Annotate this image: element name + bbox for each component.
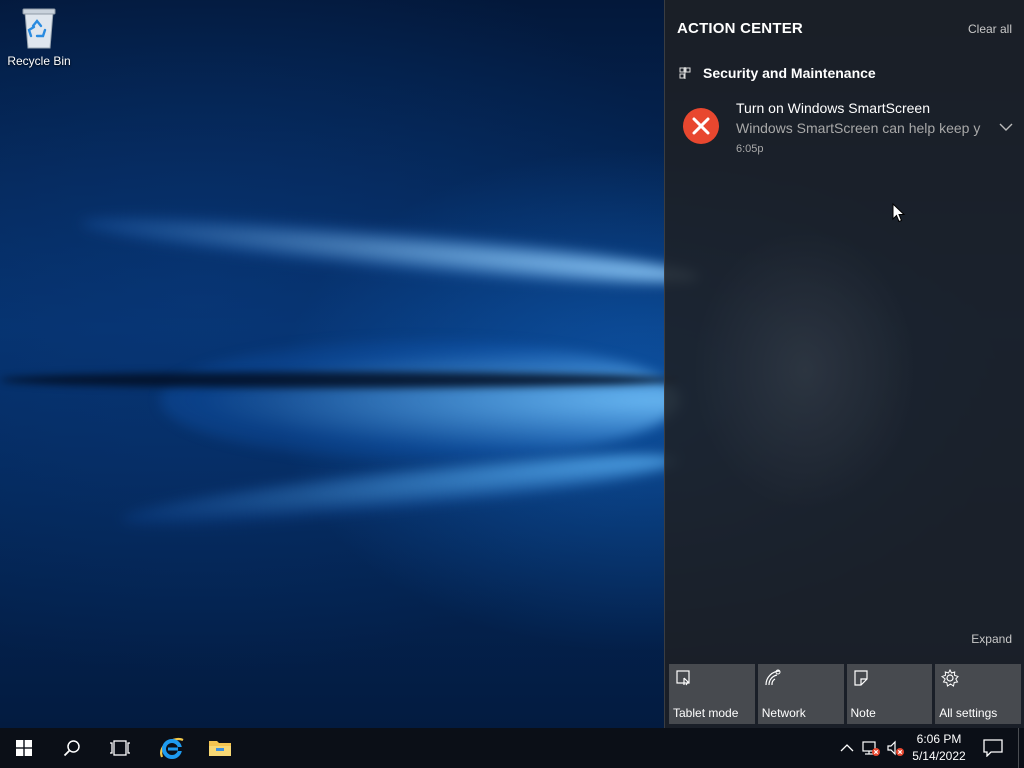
action-center-title: ACTION CENTER xyxy=(677,20,803,37)
desktop-icon-recycle-bin[interactable]: Recycle Bin xyxy=(4,6,74,68)
quick-action-label: Tablet mode xyxy=(673,706,739,720)
clock-time: 6:06 PM xyxy=(916,732,962,746)
quick-action-label: Network xyxy=(761,706,806,720)
expand-button[interactable]: Expand xyxy=(971,632,1012,646)
quick-action-all-settings[interactable]: All settings xyxy=(935,664,1021,724)
clear-all-button[interactable]: Clear all xyxy=(968,22,1012,36)
action-center-button[interactable] xyxy=(978,728,1008,768)
task-view-button[interactable] xyxy=(96,728,144,768)
wallpaper-beam xyxy=(160,340,680,460)
notification-body: Windows SmartScreen can help keep y xyxy=(736,120,981,136)
tablet-mode-icon xyxy=(676,670,690,686)
search-button[interactable] xyxy=(48,728,96,768)
notification-time: 6:05p xyxy=(736,143,764,155)
quick-actions: Tablet mode Network Note All settings xyxy=(669,664,1021,724)
start-button[interactable] xyxy=(0,728,48,768)
wallpaper-beam xyxy=(79,203,701,297)
notification-smartscreen[interactable]: Turn on Windows SmartScreen Windows Smar… xyxy=(665,96,1024,164)
gear-icon xyxy=(941,669,960,687)
task-view-icon xyxy=(110,740,130,756)
search-icon xyxy=(63,740,80,757)
taskbar-clock[interactable]: 6:06 PM 5/14/2022 xyxy=(904,731,974,765)
file-explorer-icon xyxy=(209,741,231,756)
quick-action-label: All settings xyxy=(939,706,998,720)
note-icon xyxy=(853,670,868,686)
quick-action-label: Note xyxy=(850,706,876,720)
recycle-bin-icon xyxy=(22,8,56,49)
notification-group-name: Security and Maintenance xyxy=(703,65,876,81)
show-desktop-button[interactable] xyxy=(1018,728,1024,768)
taskbar: 6:06 PM 5/14/2022 xyxy=(0,728,1024,768)
wallpaper-beam xyxy=(0,372,680,388)
chevron-up-icon[interactable] xyxy=(838,739,856,757)
error-icon xyxy=(683,108,719,144)
internet-explorer-icon xyxy=(160,737,184,759)
file-explorer-button[interactable] xyxy=(196,728,244,768)
quick-action-note[interactable]: Note xyxy=(846,664,933,724)
mouse-cursor-icon xyxy=(892,203,906,223)
notification-group-header[interactable]: Security and Maintenance xyxy=(679,65,876,81)
internet-explorer-button[interactable] xyxy=(148,728,196,768)
network-icon xyxy=(765,669,781,686)
quick-action-network[interactable]: Network xyxy=(757,664,844,724)
clock-date: 5/14/2022 xyxy=(912,749,966,763)
notification-icon xyxy=(983,739,1003,757)
quick-action-tablet-mode[interactable]: Tablet mode xyxy=(669,664,755,724)
start-icon xyxy=(16,740,32,756)
desktop-icon-label: Recycle Bin xyxy=(7,54,71,68)
volume-muted-icon[interactable] xyxy=(886,739,904,757)
action-center-panel: ACTION CENTER Clear all Security and Mai… xyxy=(664,0,1024,728)
chevron-down-icon[interactable] xyxy=(999,122,1013,132)
network-error-icon[interactable] xyxy=(862,739,880,757)
notification-title: Turn on Windows SmartScreen xyxy=(736,100,930,116)
security-flag-icon xyxy=(679,67,691,79)
